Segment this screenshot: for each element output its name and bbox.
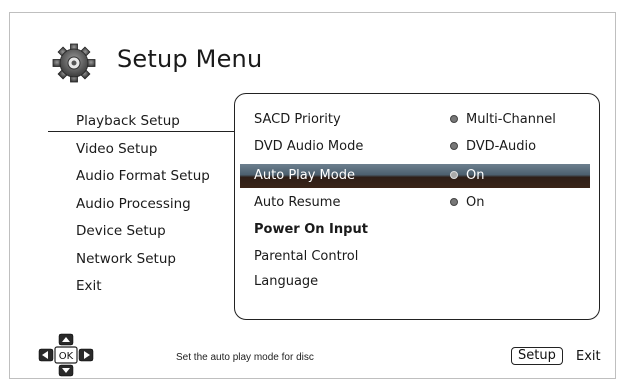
menu-item-network-setup[interactable]: Network Setup (76, 246, 210, 274)
gear-icon (52, 43, 96, 83)
value-label: Multi-Channel (466, 112, 556, 127)
radio-dot-icon (450, 141, 458, 150)
ok-label: OK (59, 351, 74, 362)
setting-sacd-priority[interactable]: SACD Priority (254, 107, 341, 133)
directional-pad-icon: OK (38, 333, 94, 377)
exit-label: Exit (576, 349, 601, 364)
radio-dot-icon (450, 197, 458, 206)
menu-item-device-setup[interactable]: Device Setup (76, 218, 210, 246)
radio-dot-icon (450, 170, 458, 179)
page-title: Setup Menu (117, 45, 263, 73)
value-label: On (466, 195, 485, 210)
setting-auto-play-mode[interactable]: Auto Play Mode (254, 163, 355, 189)
menu-item-audio-processing[interactable]: Audio Processing (76, 191, 210, 219)
setup-button[interactable]: Setup (511, 347, 563, 365)
setting-power-on-input[interactable]: Power On Input (254, 217, 368, 243)
hint-text: Set the auto play mode for disc (176, 352, 314, 363)
menu-item-video-setup[interactable]: Video Setup (76, 136, 210, 164)
setting-auto-resume[interactable]: Auto Resume (254, 190, 340, 216)
setting-value-auto-play-mode[interactable]: On (450, 163, 484, 189)
setting-parental-control[interactable]: Parental Control (254, 244, 358, 270)
menu-item-audio-format-setup[interactable]: Audio Format Setup (76, 163, 210, 191)
radio-dot-icon (450, 114, 458, 123)
value-label: On (466, 168, 485, 183)
menu-item-exit[interactable]: Exit (76, 273, 210, 301)
setting-language[interactable]: Language (254, 269, 318, 295)
setting-value-sacd-priority[interactable]: Multi-Channel (450, 107, 556, 133)
value-label: DVD-Audio (466, 139, 537, 154)
setting-value-auto-resume[interactable]: On (450, 190, 484, 216)
setting-dvd-audio-mode[interactable]: DVD Audio Mode (254, 134, 363, 160)
setting-value-dvd-audio-mode[interactable]: DVD-Audio (450, 134, 536, 160)
selected-category-underline (48, 131, 236, 132)
category-menu: Playback Setup Video Setup Audio Format … (76, 108, 210, 301)
